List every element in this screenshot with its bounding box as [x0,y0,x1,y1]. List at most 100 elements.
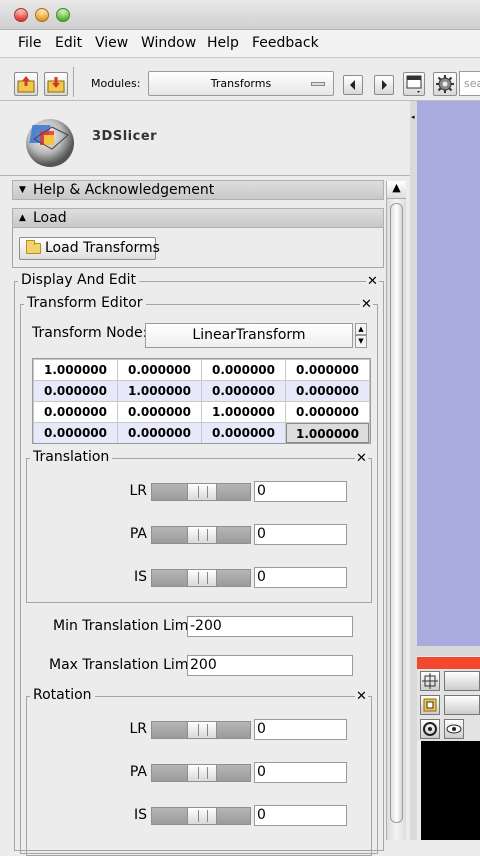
matrix-cell[interactable]: 0.000000 [286,402,369,422]
zoom-window-button[interactable] [56,8,70,22]
rotation-lr-slider[interactable] [151,721,251,739]
slider-thumb[interactable] [187,765,217,781]
menu-view[interactable]: View [95,35,128,51]
next-module-button[interactable] [374,75,394,95]
slider-thumb[interactable] [187,527,217,543]
slice-viewer[interactable] [421,741,480,840]
matrix-cell[interactable]: 0.000000 [202,360,285,380]
max-translation-value: 200 [190,657,217,673]
menu-help[interactable]: Help [207,35,239,51]
slider-thumb[interactable] [187,570,217,586]
dropdown-grip-icon [311,82,325,86]
gear-icon [436,75,454,93]
folder-up-icon [17,76,35,93]
help-section-header[interactable]: ▼ Help & Acknowledgement [12,180,384,200]
slice-controls [417,669,480,741]
slider-thumb[interactable] [187,722,217,738]
scrollbar-thumb[interactable] [390,203,403,823]
menu-bar: File Edit View Window Help Feedback [0,30,480,58]
settings-button[interactable] [433,72,457,96]
rotation-pa-entry[interactable]: 0 [254,762,347,783]
viewer-separator[interactable] [417,646,480,656]
slicer-logo-icon [26,119,74,167]
slider-thumb[interactable] [187,484,217,500]
eye-icon [446,724,462,734]
transform-node-value: LinearTransform [192,327,306,343]
matrix-cell[interactable]: 0.000000 [118,423,201,443]
load-section-title: Load [33,210,67,226]
matrix-cell[interactable]: 0.000000 [286,360,369,380]
load-section-header[interactable]: ▲ Load [12,208,384,228]
prev-module-button[interactable] [343,75,363,95]
matrix-cell[interactable]: 0.000000 [34,402,117,422]
layout-button[interactable] [403,72,425,96]
matrix-cell[interactable]: 0.000000 [34,423,117,443]
matrix-cell[interactable]: 0.000000 [286,381,369,401]
menu-window[interactable]: Window [141,35,196,51]
load-transforms-label: Load Transforms [45,240,160,256]
help-section-title: Help & Acknowledgement [33,182,215,198]
load-scene-button[interactable] [14,72,38,96]
matrix-cell[interactable]: 0.000000 [34,381,117,401]
node-spin-down[interactable]: ▼ [355,335,367,348]
matrix-cell[interactable]: 0.000000 [202,381,285,401]
collapse-arrow-icon: ▲ [19,213,26,223]
slice-option-1[interactable] [444,671,480,691]
slider-thumb[interactable] [187,808,217,824]
arrow-left-icon [350,80,355,90]
slice-link-button[interactable] [420,719,440,739]
transform-editor-close-icon[interactable]: ✕ [360,298,373,312]
save-scene-button[interactable] [44,72,68,96]
modules-dropdown[interactable]: Transforms [148,71,334,96]
rotation-lr-entry[interactable]: 0 [254,719,347,740]
rotation-is-slider[interactable] [151,807,251,825]
translation-is-entry[interactable]: 0 [254,567,347,588]
load-transforms-button[interactable]: Load Transforms [19,237,160,260]
display-edit-close-icon[interactable]: ✕ [366,275,379,289]
fit-slice-button[interactable] [420,671,440,691]
matrix-cell[interactable]: 1.000000 [286,423,369,443]
panel-splitter[interactable]: ◂ [410,101,417,840]
translation-is-label: IS [133,569,147,585]
translation-close-icon[interactable]: ✕ [355,452,368,466]
translation-lr-label: LR [129,483,147,499]
translation-lr-entry[interactable]: 0 [254,481,347,502]
matrix-cell[interactable]: 0.000000 [118,402,201,422]
node-spin-up[interactable]: ▲ [355,323,367,335]
slice-visibility-button[interactable] [444,719,464,739]
menu-file[interactable]: File [18,35,41,51]
slice-layer-button[interactable] [420,695,440,715]
panel-scrollbar[interactable]: ▲ [386,181,406,840]
scroll-up-button[interactable]: ▲ [387,181,406,199]
matrix-cell[interactable]: 1.000000 [118,381,201,401]
translation-lr-slider[interactable] [151,483,251,501]
transform-node-label: Transform Node: [32,325,148,341]
matrix-cell[interactable]: 1.000000 [34,360,117,380]
layout-icon [406,75,422,93]
rotation-close-icon[interactable]: ✕ [355,690,368,704]
min-translation-entry[interactable]: -200 [187,616,353,637]
minimize-window-button[interactable] [35,8,49,22]
window-titlebar [0,0,480,30]
menu-edit[interactable]: Edit [55,35,82,51]
close-window-button[interactable] [14,8,28,22]
rotation-title: Rotation [30,687,95,703]
scroll-up-icon: ▲ [392,181,401,194]
matrix-cell[interactable]: 0.000000 [202,423,285,443]
translation-pa-value: 0 [257,526,266,542]
3d-viewer[interactable] [417,101,480,646]
min-translation-value: -200 [190,618,222,634]
translation-pa-entry[interactable]: 0 [254,524,347,545]
transform-node-dropdown[interactable]: LinearTransform [145,323,353,348]
menu-feedback[interactable]: Feedback [252,35,319,51]
rotation-is-entry[interactable]: 0 [254,805,347,826]
slice-option-2[interactable] [444,695,480,715]
max-translation-entry[interactable]: 200 [187,655,353,676]
matrix-cell[interactable]: 0.000000 [118,360,201,380]
translation-is-slider[interactable] [151,569,251,587]
rotation-pa-slider[interactable] [151,764,251,782]
translation-pa-slider[interactable] [151,526,251,544]
matrix-cell[interactable]: 1.000000 [202,402,285,422]
toolbar: Modules: Transforms sea [0,59,480,101]
search-input[interactable]: sea [459,71,480,96]
